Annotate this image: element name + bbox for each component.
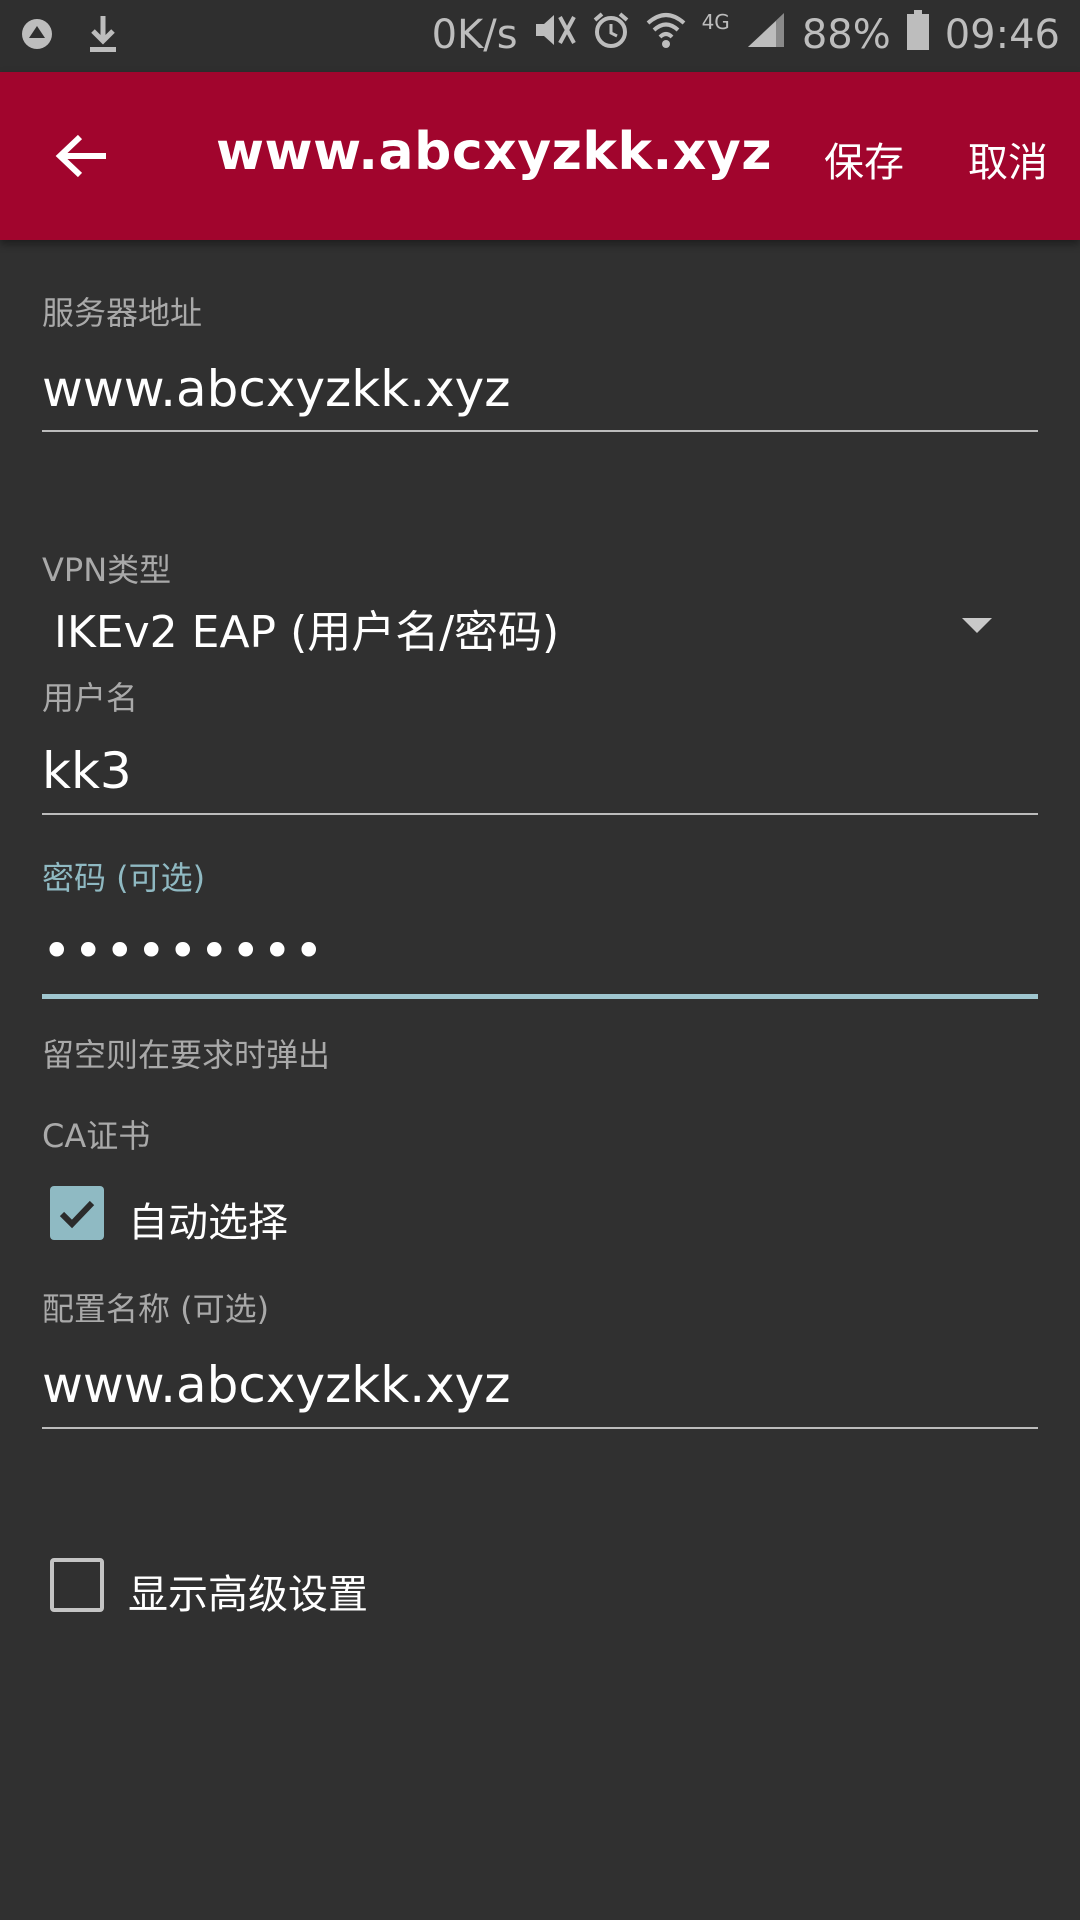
cancel-button[interactable]: 取消: [968, 130, 1048, 188]
dropdown-arrow-icon[interactable]: [962, 618, 992, 633]
profile-name-underline: [42, 1427, 1038, 1429]
back-button[interactable]: [42, 116, 122, 196]
username-input[interactable]: kk3: [42, 742, 132, 800]
battery-level: 88%: [801, 12, 891, 58]
vpn-type-label: VPN类型: [42, 551, 172, 589]
checkmark-icon: [59, 1200, 95, 1229]
password-input[interactable]: •••••••••: [42, 922, 325, 980]
password-hint: 留空则在要求时弹出: [42, 1036, 331, 1074]
clock: 09:46: [944, 12, 1060, 58]
auto-select-label[interactable]: 自动选择: [128, 1190, 288, 1248]
ca-cert-label: CA证书: [42, 1117, 151, 1155]
profile-name-input[interactable]: www.abcxyzkk.xyz: [42, 1356, 511, 1414]
page-title: www.abcxyzkk.xyz: [216, 122, 773, 182]
signal-icon: [746, 11, 786, 59]
server-address-label: 服务器地址: [42, 294, 203, 332]
alarm-icon: [592, 11, 630, 59]
username-underline: [42, 813, 1038, 815]
server-address-input[interactable]: www.abcxyzkk.xyz: [42, 360, 511, 418]
network-type: 4G: [701, 10, 730, 34]
net-speed: 0K/s: [431, 12, 518, 58]
mute-icon: [534, 11, 576, 59]
download-icon: [88, 14, 118, 58]
password-label: 密码 (可选): [42, 859, 206, 897]
show-advanced-label[interactable]: 显示高级设置: [128, 1562, 368, 1620]
app-bar: www.abcxyzkk.xyz 保存 取消: [0, 72, 1080, 240]
show-advanced-checkbox[interactable]: [50, 1558, 104, 1612]
battery-icon: [906, 10, 929, 60]
auto-select-checkbox[interactable]: [50, 1186, 104, 1240]
back-arrow-icon: [55, 134, 106, 178]
server-address-underline: [42, 430, 1038, 432]
password-underline: [42, 994, 1038, 999]
status-bar: 0K/s 4G 88% 09:46: [0, 0, 1080, 72]
profile-name-label: 配置名称 (可选): [42, 1290, 270, 1328]
save-button[interactable]: 保存: [824, 130, 904, 188]
vpn-type-select[interactable]: IKEv2 EAP (用户名/密码): [54, 596, 559, 660]
username-label: 用户名: [42, 679, 139, 717]
wifi-icon: [646, 11, 686, 59]
app-notification-icon: [20, 17, 54, 55]
